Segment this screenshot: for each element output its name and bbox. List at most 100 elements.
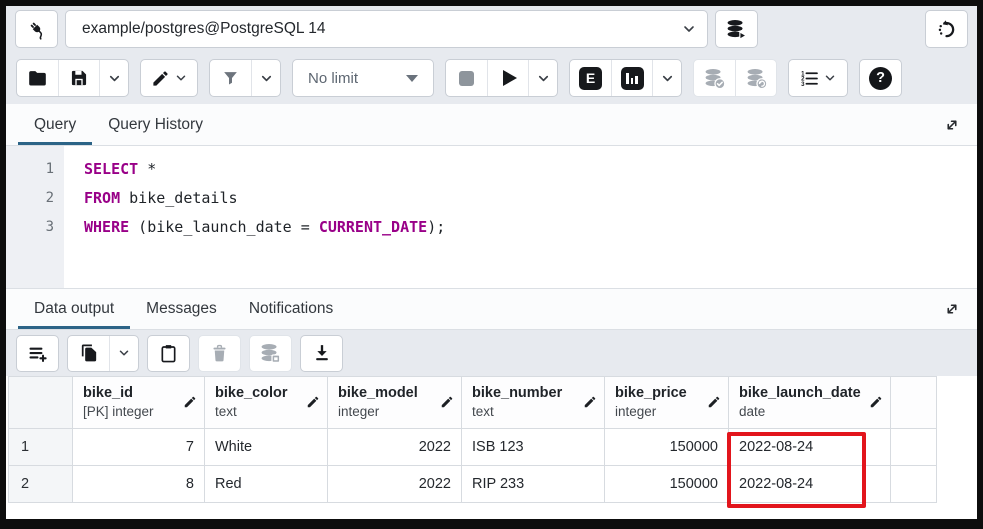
chevron-down-icon	[174, 71, 188, 85]
sql-line-1: 1 SELECT *	[6, 155, 977, 184]
cell-bike-color[interactable]: Red	[205, 466, 328, 503]
output-tab-bar: Data output Messages Notifications	[6, 288, 977, 330]
pencil-icon	[151, 69, 170, 88]
explain-options-dropdown[interactable]	[652, 60, 681, 96]
connection-status-button[interactable]	[15, 10, 58, 48]
tab-data-output[interactable]: Data output	[18, 289, 130, 329]
column-header-bike-number[interactable]: bike_number text	[462, 377, 605, 429]
help-button[interactable]: ?	[859, 59, 902, 97]
add-row-button[interactable]	[16, 335, 59, 372]
tab-query[interactable]: Query	[18, 104, 92, 145]
folder-icon	[27, 68, 48, 89]
open-file-button[interactable]	[17, 60, 58, 96]
database-play-icon	[725, 18, 748, 41]
edit-button[interactable]	[141, 60, 197, 96]
question-mark-icon: ?	[869, 67, 892, 90]
explain-button[interactable]: E	[570, 60, 611, 96]
line-number: 1	[6, 155, 54, 184]
cell-bike-launch-date[interactable]: 2022-08-24	[729, 466, 891, 503]
column-header-filler	[891, 377, 937, 429]
execute-query-button[interactable]	[487, 60, 528, 96]
tab-messages-label: Messages	[146, 300, 217, 318]
clipboard-icon	[159, 344, 178, 363]
column-header-bike-launch-date[interactable]: bike_launch_date date	[729, 377, 891, 429]
row-limit-value: No limit	[308, 70, 358, 87]
diagonal-expand-icon	[943, 116, 961, 134]
macros-button[interactable]: 123	[789, 60, 847, 96]
cell-bike-color[interactable]: White	[205, 429, 328, 466]
svg-text:3: 3	[801, 80, 805, 87]
cell-bike-model[interactable]: 2022	[328, 429, 462, 466]
refresh-button[interactable]	[925, 10, 968, 48]
copy-button[interactable]	[68, 336, 109, 371]
select-all-corner[interactable]	[9, 377, 73, 429]
stop-button[interactable]	[446, 60, 487, 96]
row-number[interactable]: 2	[9, 466, 73, 503]
edit-button-group	[140, 59, 198, 97]
expand-query-panel-button[interactable]	[943, 116, 961, 134]
tab-query-history[interactable]: Query History	[92, 104, 219, 145]
commit-button[interactable]	[694, 60, 735, 96]
column-header-bike-price[interactable]: bike_price integer	[605, 377, 729, 429]
chevron-down-icon	[117, 346, 131, 360]
save-icon	[69, 68, 89, 88]
tab-notifications[interactable]: Notifications	[233, 289, 349, 329]
connection-plug-icon	[26, 18, 48, 40]
download-results-button[interactable]	[300, 335, 343, 372]
chevron-down-icon	[536, 71, 551, 86]
explain-analyze-button[interactable]	[611, 60, 652, 96]
sql-code: WHERE (bike_launch_date = CURRENT_DATE);	[54, 213, 445, 242]
cell-bike-id[interactable]: 7	[73, 429, 205, 466]
cell-bike-model[interactable]: 2022	[328, 466, 462, 503]
delete-row-button[interactable]	[198, 335, 241, 372]
cell-bike-price[interactable]: 150000	[605, 466, 729, 503]
connection-bar: example/postgres@PostgreSQL 14	[6, 6, 977, 52]
row-limit-select[interactable]: No limit	[292, 59, 434, 97]
row-number[interactable]: 1	[9, 429, 73, 466]
cell-filler	[891, 429, 937, 466]
copy-icon	[79, 343, 99, 363]
sql-editor[interactable]: 1 SELECT * 2 FROM bike_details 3 WHERE (…	[6, 146, 977, 288]
column-header-bike-color[interactable]: bike_color text	[205, 377, 328, 429]
tab-messages[interactable]: Messages	[130, 289, 233, 329]
connection-selector[interactable]: example/postgres@PostgreSQL 14	[65, 10, 708, 48]
pencil-icon	[440, 395, 454, 409]
copy-options-dropdown[interactable]	[109, 336, 138, 371]
sql-code: FROM bike_details	[54, 184, 238, 213]
cell-bike-launch-date[interactable]: 2022-08-24	[729, 429, 891, 466]
cell-bike-number[interactable]: RIP 233	[462, 466, 605, 503]
column-header-bike-model[interactable]: bike_model integer	[328, 377, 462, 429]
save-button[interactable]	[58, 60, 99, 96]
pencil-icon	[183, 395, 197, 409]
cell-bike-price[interactable]: 150000	[605, 429, 729, 466]
filter-options-dropdown[interactable]	[251, 60, 280, 96]
diagonal-expand-icon	[943, 300, 961, 318]
pencil-icon	[306, 395, 320, 409]
copy-button-group	[67, 335, 139, 372]
sql-line-2: 2 FROM bike_details	[6, 184, 977, 213]
column-header-bike-id[interactable]: bike_id [PK] integer	[73, 377, 205, 429]
chevron-down-icon	[107, 71, 122, 86]
filter-button[interactable]	[210, 60, 251, 96]
save-data-changes-button[interactable]	[249, 335, 292, 372]
pencil-icon	[707, 395, 721, 409]
save-options-dropdown[interactable]	[99, 60, 128, 96]
pencil-icon	[583, 395, 597, 409]
new-connection-button[interactable]	[715, 10, 758, 48]
caret-down-icon	[406, 75, 418, 82]
tab-notifications-label: Notifications	[249, 300, 333, 318]
expand-output-panel-button[interactable]	[943, 300, 961, 318]
header-row: bike_id [PK] integer bike_color text bik…	[9, 377, 937, 429]
paste-button[interactable]	[147, 335, 190, 372]
rollback-button[interactable]	[735, 60, 776, 96]
execute-options-dropdown[interactable]	[528, 60, 557, 96]
main-toolbar: No limit E	[6, 52, 977, 104]
query-tool-window: example/postgres@PostgreSQL 14	[0, 0, 983, 529]
cell-bike-number[interactable]: ISB 123	[462, 429, 605, 466]
cell-bike-id[interactable]: 8	[73, 466, 205, 503]
play-icon	[503, 70, 517, 86]
numbered-list-icon: 123	[799, 68, 820, 89]
explain-icon: E	[579, 67, 602, 90]
macro-button-group: 123	[788, 59, 848, 97]
refresh-icon	[936, 19, 957, 40]
